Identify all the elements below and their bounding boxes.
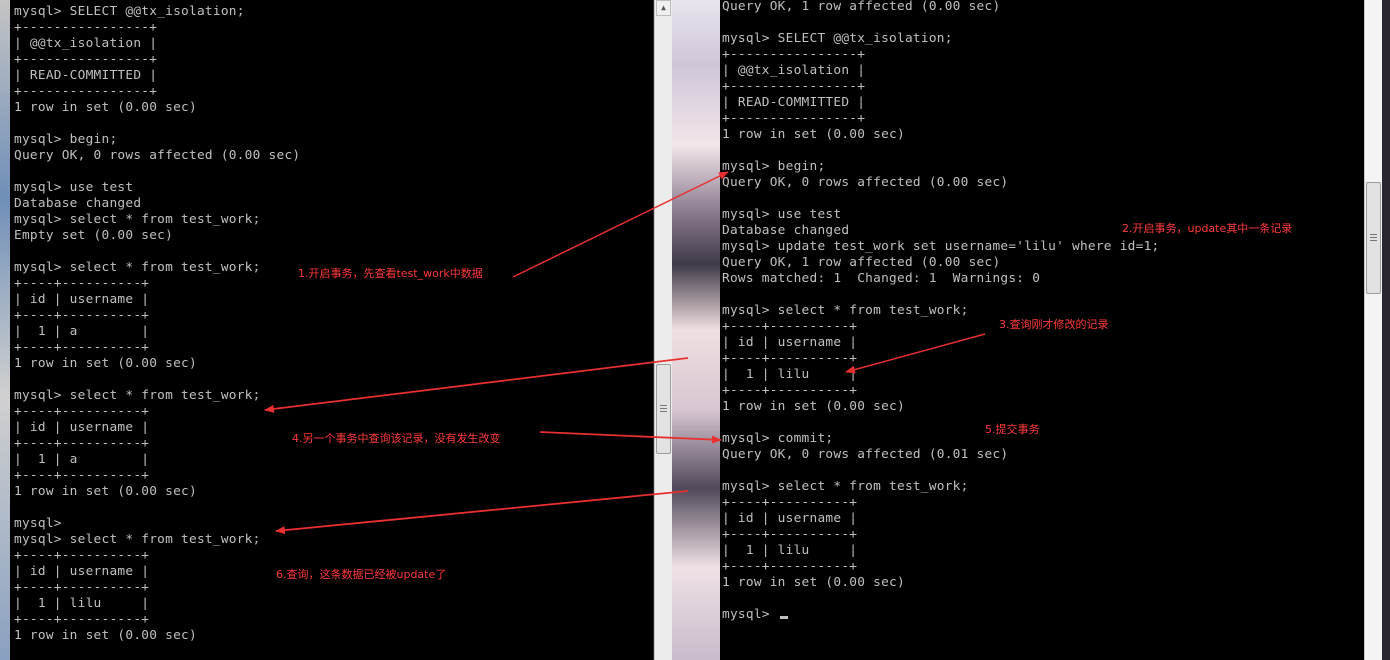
arrow-step1 xyxy=(512,171,729,278)
arrow-step3 xyxy=(845,333,986,374)
arrow-step4-line2 xyxy=(539,431,722,444)
annotation-step3: 3.查询刚才修改的记录 xyxy=(999,318,1109,331)
annotation-step1: 1.开启事务，先查看test_work中数据 xyxy=(298,267,483,280)
annotation-step6: 6.查询，这条数据已经被update了 xyxy=(276,568,447,581)
arrow-step4-line1 xyxy=(264,357,689,413)
annotation-step2: 2.开启事务，update其中一条记录 xyxy=(1122,222,1293,235)
annotation-step5: 5.提交事务 xyxy=(985,423,1040,436)
annotation-step4: 4.另一个事务中查询该记录，没有发生改变 xyxy=(292,432,501,445)
arrow-step6 xyxy=(275,490,689,535)
annotation-arrows xyxy=(264,171,986,535)
